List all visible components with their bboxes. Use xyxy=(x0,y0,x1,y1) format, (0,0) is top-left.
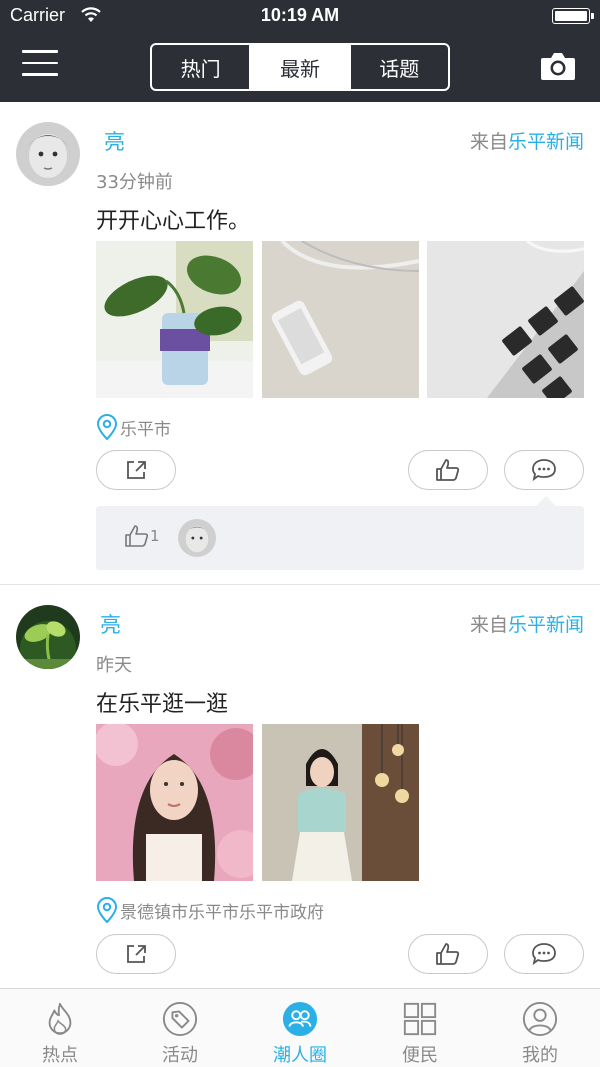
like-button[interactable] xyxy=(408,450,488,490)
people-icon xyxy=(282,1001,318,1037)
location-pin-icon xyxy=(96,414,118,440)
share-icon xyxy=(127,945,146,963)
comment-button[interactable] xyxy=(504,934,584,974)
post-photo[interactable] xyxy=(262,241,419,398)
tab-convenience[interactable]: 便民 xyxy=(360,989,480,1067)
post-timestamp: 33分钟前 xyxy=(96,172,173,193)
post-content: 在乐平逛一逛 xyxy=(96,692,229,717)
tab-trendy-circle[interactable]: 潮人圈 xyxy=(240,989,360,1067)
thumbs-up-icon xyxy=(125,525,149,547)
status-bar: Carrier 10:19 AM xyxy=(0,0,600,34)
share-icon xyxy=(127,461,146,479)
post-location[interactable]: 乐平市 xyxy=(96,414,171,440)
avatar[interactable] xyxy=(16,605,80,669)
post-photo[interactable] xyxy=(96,724,253,881)
tab-profile[interactable]: 我的 xyxy=(480,989,600,1067)
likes-panel: 1 xyxy=(96,496,584,570)
location-text: 乐平市 xyxy=(120,419,171,440)
tab-latest[interactable]: 最新 xyxy=(249,45,349,89)
location-pin-icon xyxy=(96,897,118,923)
tab-activities[interactable]: 活动 xyxy=(120,989,240,1067)
tab-hot[interactable]: 热门 xyxy=(152,45,249,89)
comment-icon xyxy=(532,943,556,966)
location-text: 景德镇市乐平市乐平市政府 xyxy=(120,902,324,923)
top-bar: Carrier 10:19 AM 热门 最新 话题 xyxy=(0,0,600,102)
post-location[interactable]: 景德镇市乐平市乐平市政府 xyxy=(96,897,324,923)
post-card: 亮 来自乐平新闻 33分钟前 开开心心工作。 乐平市 1 xyxy=(0,102,600,584)
comment-icon xyxy=(532,459,556,482)
username[interactable]: 亮 xyxy=(100,609,121,639)
flame-icon xyxy=(48,1002,72,1035)
thumbs-up-icon xyxy=(436,459,460,481)
source-link[interactable]: 乐平新闻 xyxy=(508,614,584,636)
post-photo[interactable] xyxy=(96,241,253,398)
bottom-tab-bar: 热点 活动 潮人圈 便民 我的 xyxy=(0,988,600,1067)
post-photo[interactable] xyxy=(427,241,584,398)
post-photo[interactable] xyxy=(262,724,419,881)
post-content: 开开心心工作。 xyxy=(96,209,251,234)
user-icon xyxy=(522,1001,558,1037)
tab-topics[interactable]: 话题 xyxy=(348,45,448,89)
hamburger-menu-icon[interactable] xyxy=(22,50,58,80)
comment-button[interactable] xyxy=(504,450,584,490)
grid-icon xyxy=(403,1002,437,1036)
tag-icon xyxy=(162,1001,198,1037)
share-button[interactable] xyxy=(96,450,176,490)
share-button[interactable] xyxy=(96,934,176,974)
username[interactable]: 亮 xyxy=(104,126,125,156)
likes-count: 1 xyxy=(124,524,160,548)
like-button[interactable] xyxy=(408,934,488,974)
source-link[interactable]: 乐平新闻 xyxy=(508,131,584,153)
liker-avatar[interactable] xyxy=(178,519,216,557)
camera-icon[interactable] xyxy=(540,51,576,81)
feed-list[interactable]: 亮 来自乐平新闻 33分钟前 开开心心工作。 乐平市 1 亮 来自乐平新闻 昨天… xyxy=(0,102,600,988)
post-source: 来自乐平新闻 xyxy=(469,131,584,153)
thumbs-up-icon xyxy=(436,943,460,965)
post-source: 来自乐平新闻 xyxy=(469,614,584,636)
avatar[interactable] xyxy=(16,122,80,186)
tab-hot-topics[interactable]: 热点 xyxy=(0,989,120,1067)
post-card: 亮 来自乐平新闻 昨天 在乐平逛一逛 景德镇市乐平市乐平市政府 xyxy=(0,585,600,988)
feed-segmented-control: 热门 最新 话题 xyxy=(150,43,450,91)
likes-count-value: 1 xyxy=(150,527,160,545)
post-timestamp: 昨天 xyxy=(96,655,132,676)
clock: 10:19 AM xyxy=(260,5,340,25)
battery-icon xyxy=(552,8,594,24)
